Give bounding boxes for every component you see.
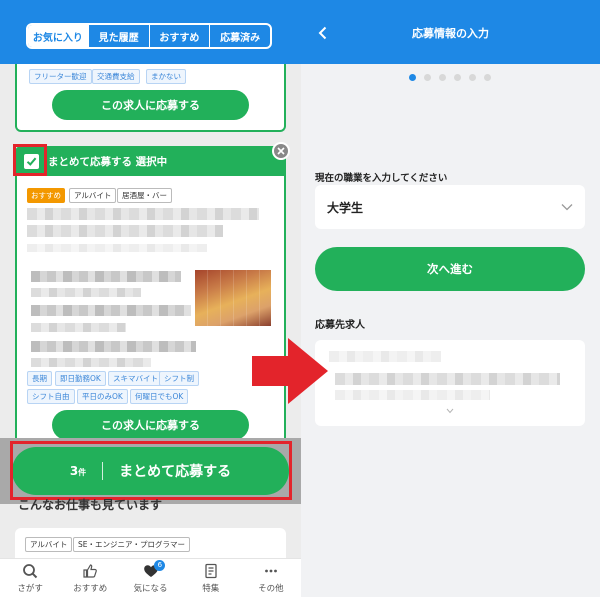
- job-card-selected: まとめて応募する 選択中 おすすめ アルバイト 居酒屋・バー 長期 即日勤務OK…: [15, 146, 286, 446]
- feature-tag: 長期: [27, 371, 52, 386]
- job-tag: 交通費支給: [92, 69, 140, 84]
- bulk-apply-highlight: [10, 441, 292, 500]
- step-dot: [424, 74, 431, 81]
- recommend-badge: おすすめ: [27, 188, 65, 203]
- job-title-redacted: [27, 225, 223, 237]
- bulk-select-banner: まとめて応募する 選択中: [17, 148, 284, 176]
- nav-favorites[interactable]: 6 気になる: [120, 559, 180, 597]
- detail-redacted: [31, 358, 151, 367]
- thumbs-up-icon: [83, 564, 98, 578]
- suggestion-tag: アルバイト: [25, 537, 73, 552]
- job-tag: まかない: [146, 69, 186, 84]
- right-screen: 応募情報の入力 現在の職業を入力してください 大学生 次へ進む 応募先求人: [301, 0, 600, 597]
- detail-redacted: [31, 305, 191, 316]
- company-redacted: [27, 244, 207, 252]
- apply-button[interactable]: この求人に応募する: [52, 90, 249, 120]
- occupation-select[interactable]: 大学生: [315, 185, 585, 229]
- search-icon: [23, 564, 38, 579]
- transition-arrow-icon: [252, 338, 328, 404]
- nav-more[interactable]: その他: [241, 559, 301, 597]
- detail-redacted: [31, 341, 196, 352]
- favorites-badge: 6: [154, 560, 166, 571]
- app-header: お気に入り 見た履歴 おすすめ 応募済み: [0, 0, 301, 64]
- left-screen: お気に入り 見た履歴 おすすめ 応募済み フリーター歓迎 交通費支給 まかない …: [0, 0, 301, 597]
- feature-tag: シフト自由: [27, 389, 75, 404]
- detail-redacted: [31, 288, 141, 297]
- nav-label: 特集: [202, 584, 220, 594]
- apply-button[interactable]: この求人に応募する: [52, 410, 249, 440]
- feature-tag: シフト制: [159, 371, 199, 386]
- job-category-tag: 居酒屋・バー: [117, 188, 172, 203]
- document-icon: [205, 563, 217, 579]
- nav-recommend[interactable]: おすすめ: [60, 559, 120, 597]
- occupation-label: 現在の職業を入力してください: [315, 173, 448, 184]
- bottom-nav: さがす おすすめ 6 気になる 特集 その他: [0, 558, 301, 597]
- target-job-redacted: [335, 373, 560, 385]
- job-card-previous: フリーター歓迎 交通費支給 まかない この求人に応募する: [15, 64, 286, 132]
- step-dot: [469, 74, 476, 81]
- feature-tag: スキマバイト: [108, 371, 163, 386]
- job-type-tag: アルバイト: [69, 188, 117, 203]
- job-photo: [195, 270, 271, 326]
- step-dot: [454, 74, 461, 81]
- expand-chevron-icon[interactable]: [446, 408, 454, 414]
- target-job-redacted: [335, 390, 490, 400]
- suggestion-tag: SE・エンジニア・プログラマー: [73, 537, 190, 552]
- nav-search[interactable]: さがす: [0, 559, 60, 597]
- close-icon: [277, 147, 285, 155]
- form-header: 応募情報の入力: [301, 0, 600, 64]
- nav-features[interactable]: 特集: [181, 559, 241, 597]
- next-button[interactable]: 次へ進む: [315, 247, 585, 291]
- step-dot-active: [409, 74, 416, 81]
- feature-tag: 即日勤務OK: [55, 371, 106, 386]
- occupation-value: 大学生: [327, 201, 364, 215]
- more-icon: [265, 569, 277, 573]
- job-tag: フリーター歓迎: [29, 69, 92, 84]
- detail-redacted: [31, 271, 181, 282]
- target-job-redacted: [329, 351, 441, 362]
- section-title: こんなお仕事も見ています: [18, 498, 163, 512]
- target-jobs-label: 応募先求人: [315, 320, 365, 331]
- nav-label: その他: [258, 584, 284, 594]
- nav-label: おすすめ: [73, 584, 108, 594]
- feature-tag: 平日のみOK: [77, 389, 128, 404]
- tab-bar: お気に入り 見た履歴 おすすめ 応募済み: [26, 23, 272, 49]
- nav-label: さがす: [17, 584, 43, 594]
- feature-tag: 何曜日でもOK: [130, 389, 189, 404]
- detail-redacted: [31, 323, 126, 332]
- job-title-redacted: [27, 208, 259, 220]
- step-dot: [439, 74, 446, 81]
- tab-history[interactable]: 見た履歴: [87, 25, 149, 47]
- close-button[interactable]: [272, 142, 290, 160]
- tab-favorites[interactable]: お気に入り: [28, 25, 88, 47]
- bulk-select-label: まとめて応募する 選択中: [48, 156, 168, 168]
- tab-applied[interactable]: 応募済み: [209, 25, 270, 47]
- chevron-down-icon: [561, 204, 573, 211]
- tab-recommended[interactable]: おすすめ: [148, 25, 210, 47]
- step-dot: [484, 74, 491, 81]
- checkbox-highlight: [13, 144, 47, 176]
- page-title: 応募情報の入力: [412, 27, 489, 40]
- nav-label: 気になる: [133, 584, 168, 594]
- target-job-card: [315, 340, 585, 426]
